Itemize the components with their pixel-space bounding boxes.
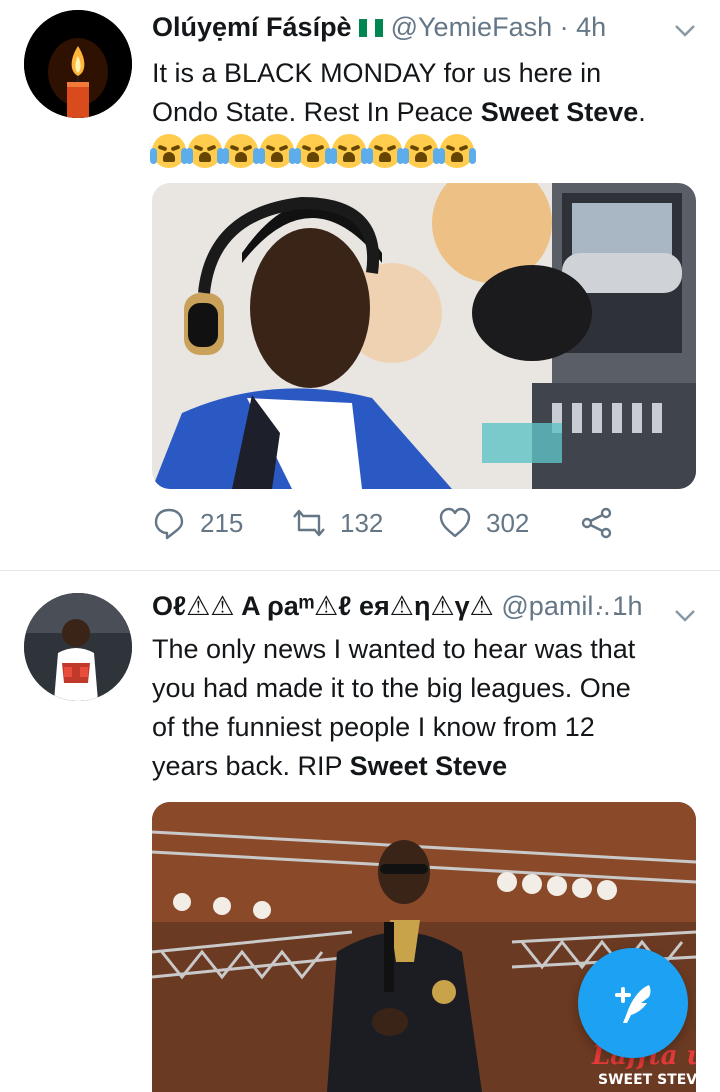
- tweet-text-line: Ondo State. Rest In Peace Sweet Steve.: [152, 93, 702, 132]
- reply-count: 215: [200, 507, 244, 538]
- tweet-text-line: years back. RIP Sweet Steve: [152, 747, 702, 786]
- separator-dot: ·: [559, 12, 569, 42]
- separator-dot: ·: [596, 591, 605, 621]
- author-name[interactable]: Olúyẹmí Fásípè: [152, 12, 352, 42]
- avatar[interactable]: [24, 593, 132, 701]
- compose-tweet-icon: [615, 985, 651, 1023]
- tweet-text-segment: Ondo State. Rest In Peace: [152, 97, 481, 127]
- retweet-button[interactable]: 132: [292, 506, 383, 540]
- loudly-crying-face-icon: [150, 134, 188, 168]
- tweet-text: It is a BLACK MONDAY for us here in Ondo…: [150, 54, 702, 168]
- heart-icon: [439, 507, 471, 538]
- radio-studio-photo: [152, 183, 696, 489]
- share-button[interactable]: [580, 506, 628, 540]
- loudly-crying-face-icon: [438, 134, 476, 168]
- chevron-down-icon[interactable]: [674, 18, 696, 44]
- author-handle[interactable]: @YemieFash: [391, 12, 553, 42]
- compose-tweet-button[interactable]: [578, 948, 688, 1058]
- retweet-count: 132: [340, 507, 384, 538]
- tweet-text-line: It is a BLACK MONDAY for us here in: [152, 58, 602, 88]
- tweet-1[interactable]: Olúyẹmí Fásípè @YemieFash · 4h It is a B…: [0, 0, 720, 570]
- loudly-crying-face-icon: [222, 134, 260, 168]
- reply-button[interactable]: 215: [152, 506, 243, 540]
- loudly-crying-face-icon: [258, 134, 296, 168]
- loudly-crying-face-icon: [366, 134, 404, 168]
- tweet-header: Oℓ⚠⚠ A ρaᵐ⚠ℓ eя⚠η⚠γ⚠ @pamil…: [152, 591, 620, 622]
- tweet-photo[interactable]: [152, 183, 696, 489]
- tweet-meta: · 1h: [596, 591, 643, 622]
- event-name-text: SWEET STEVE: [598, 1072, 696, 1088]
- emoji-row: [150, 134, 702, 168]
- mention-bold: Sweet Steve: [349, 751, 508, 781]
- like-count: 302: [486, 507, 530, 538]
- candle-icon: [24, 10, 132, 118]
- reply-icon: [154, 508, 184, 540]
- tweet-text-line: The only news I wanted to hear was that: [152, 634, 636, 664]
- nigeria-flag-icon: [359, 13, 384, 37]
- tweet-actions: 215 132 302: [152, 506, 692, 552]
- tweet-text-line: of the funniest people I know from 12: [152, 712, 595, 742]
- like-button[interactable]: 302: [438, 506, 529, 540]
- mention-bold: Sweet Steve: [480, 97, 639, 127]
- author-name[interactable]: Oℓ⚠⚠ A ρaᵐ⚠ℓ eя⚠η⚠γ⚠: [152, 591, 494, 621]
- loudly-crying-face-icon: [294, 134, 332, 168]
- loudly-crying-face-icon: [402, 134, 440, 168]
- avatar[interactable]: [24, 10, 132, 118]
- tweet-header: Olúyẹmí Fásípè @YemieFash · 4h: [152, 12, 606, 43]
- tweet-text: The only news I wanted to hear was that …: [152, 630, 702, 786]
- timestamp[interactable]: 4h: [576, 12, 606, 42]
- chevron-down-icon[interactable]: [674, 603, 696, 629]
- profile-photo: [24, 593, 132, 701]
- share-icon: [581, 507, 612, 539]
- tweet-text-segment: years back. RIP: [152, 751, 350, 781]
- tweet-text-line: you had made it to the big leagues. One: [152, 673, 631, 703]
- loudly-crying-face-icon: [330, 134, 368, 168]
- timestamp[interactable]: 1h: [613, 591, 643, 621]
- retweet-icon: [293, 509, 325, 537]
- tweet-text-segment: .: [638, 97, 646, 127]
- loudly-crying-face-icon: [186, 134, 224, 168]
